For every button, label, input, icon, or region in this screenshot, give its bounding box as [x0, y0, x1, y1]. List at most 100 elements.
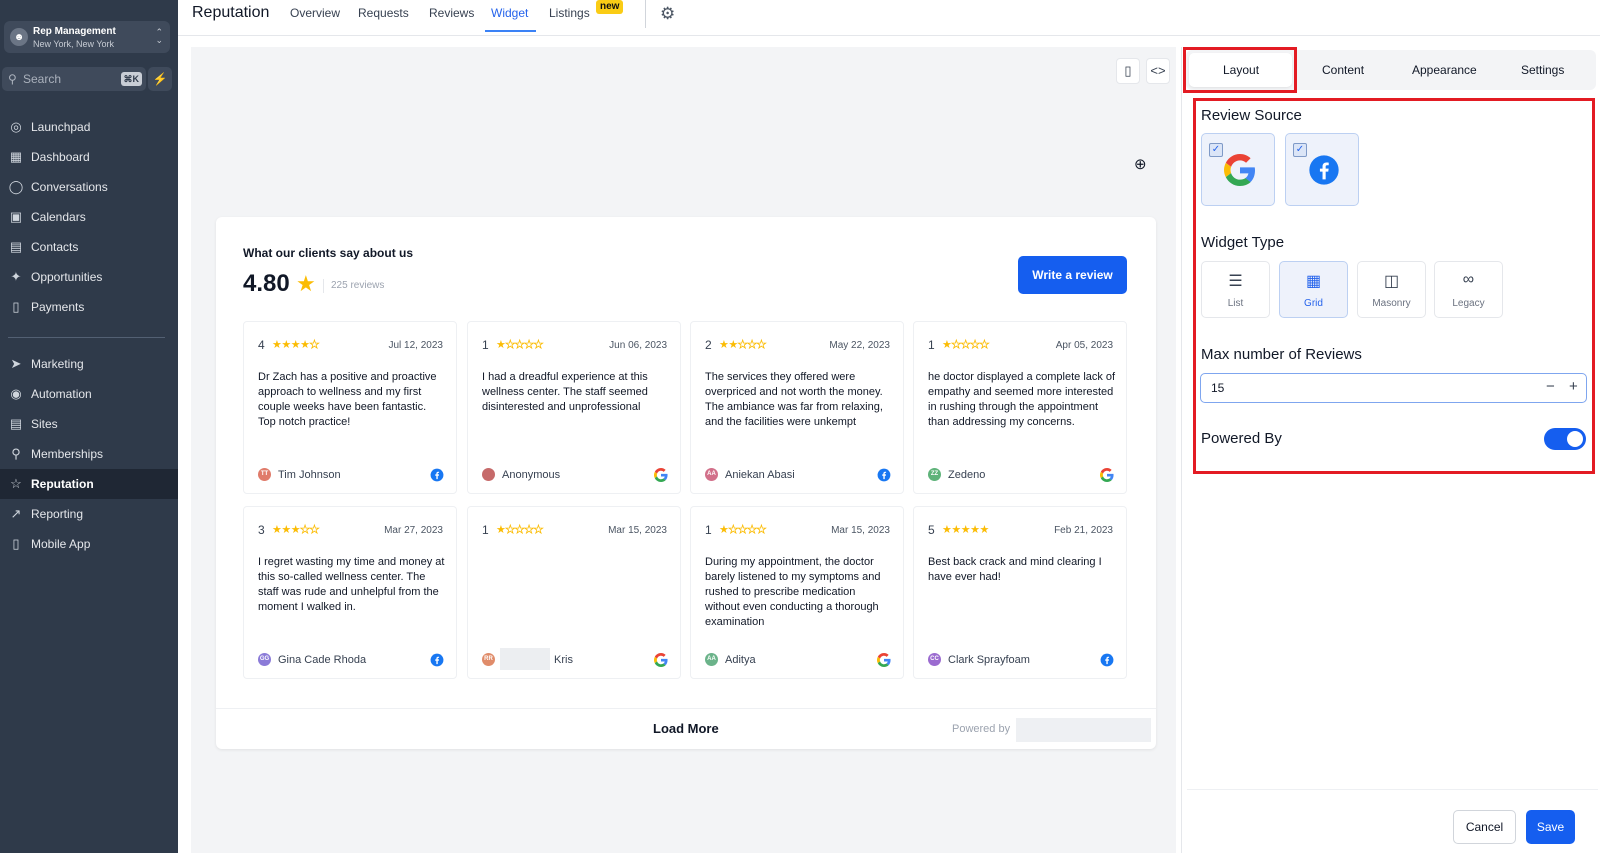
reviewer-name: Aniekan Abasi — [725, 469, 795, 481]
sidebar-item-reputation[interactable]: ☆ Reputation — [0, 469, 178, 499]
widget-type-label-text: Grid — [1304, 298, 1323, 309]
widget-type-label-text: Legacy — [1452, 298, 1485, 309]
infinity-icon: ∞ — [1462, 271, 1475, 288]
review-rating-number: 4 — [258, 338, 265, 352]
review-date: Feb 21, 2023 — [1054, 525, 1113, 536]
reviewer-avatar: GG — [258, 653, 271, 666]
google-icon — [654, 468, 668, 482]
mobile-preview-icon[interactable]: ▯ — [1116, 58, 1140, 84]
sidebar-item-opportunities[interactable]: ✦ Opportunities — [0, 262, 178, 292]
review-card: 1 ★★★★★ Apr 05, 2023 he doctor displayed a … — [913, 321, 1127, 494]
cancel-button[interactable]: Cancel — [1453, 810, 1516, 844]
sidebar-item-reporting[interactable]: ↗ Reporting — [0, 499, 178, 529]
sidebar-item-sites[interactable]: ▤ Sites — [0, 409, 178, 439]
facebook-checkbox[interactable]: ✓ — [1293, 143, 1307, 157]
review-date: May 22, 2023 — [829, 340, 890, 351]
facebook-icon — [1309, 155, 1339, 185]
review-rating-number: 5 — [928, 523, 935, 537]
review-card: 3 ★★★★★ Mar 27, 2023 I regret wasting my ti… — [243, 506, 457, 679]
review-rating-number: 3 — [258, 523, 265, 537]
search-icon: ⚲ — [8, 72, 17, 86]
tab-requests[interactable]: Requests — [358, 6, 409, 20]
highlight-box-layout-tab — [1183, 47, 1297, 93]
sidebar-item-label: Dashboard — [31, 150, 90, 164]
sidebar-item-payments[interactable]: ▯ Payments — [0, 292, 178, 322]
sidebar-item-dashboard[interactable]: ▦ Dashboard — [0, 142, 178, 172]
sidebar-item-label: Automation — [31, 387, 92, 401]
reviewer-avatar: RR — [482, 653, 495, 666]
widget-type-masonry[interactable]: ◫ Masonry — [1357, 261, 1426, 318]
sidebar: ☻ Rep Management New York, New York ⌃ ⌄ ⚲… — [0, 0, 178, 853]
facebook-icon — [430, 468, 444, 482]
shortcut-hint: ⌘K — [120, 72, 142, 86]
powered-by-toggle[interactable] — [1544, 428, 1586, 450]
tab-widget[interactable]: Widget — [491, 6, 528, 20]
write-review-button[interactable]: Write a review — [1018, 256, 1127, 294]
reviewer-avatar: ZZ — [928, 468, 941, 481]
embed-code-icon[interactable]: <> — [1146, 58, 1170, 84]
save-button[interactable]: Save — [1526, 810, 1575, 844]
sidebar-item-label: Calendars — [31, 210, 86, 224]
reviewer-avatar: CC — [928, 653, 941, 666]
review-date: Apr 05, 2023 — [1055, 340, 1113, 351]
widget-type-legacy[interactable]: ∞ Legacy — [1434, 261, 1503, 318]
receipt-icon: ▯ — [12, 299, 20, 314]
review-text: I regret wasting my time and money at th… — [258, 556, 445, 613]
search-input[interactable]: ⚲ Search ⌘K — [2, 67, 146, 91]
trend-icon: ↗ — [10, 506, 22, 521]
max-reviews-value: 15 — [1211, 381, 1225, 395]
panel-tab-settings[interactable]: Settings — [1521, 63, 1564, 77]
zoom-in-icon[interactable]: ⊕ — [1134, 155, 1147, 173]
source-google-tile[interactable]: ✓ — [1201, 133, 1275, 206]
chat-icon: ◯ — [8, 179, 24, 194]
tab-listings[interactable]: Listings — [549, 6, 590, 20]
review-stars: ★★★★★ — [272, 524, 320, 537]
sidebar-item-label: Conversations — [31, 180, 108, 194]
review-card: 5 ★★★★★ Feb 21, 2023 Best back crack and mi… — [913, 506, 1127, 679]
review-stars: ★★★★★ — [496, 339, 544, 352]
decrement-icon[interactable]: − — [1546, 378, 1555, 395]
widget-type-label-text: Masonry — [1372, 298, 1411, 309]
review-date: Mar 15, 2023 — [831, 525, 890, 536]
facebook-icon — [877, 468, 891, 482]
sidebar-item-mobile-app[interactable]: ▯ Mobile App — [0, 529, 178, 559]
panel-tab-content[interactable]: Content — [1322, 63, 1364, 77]
widget-type-grid[interactable]: ▦ Grid — [1279, 261, 1348, 318]
quick-action-bolt-icon[interactable]: ⚡ — [148, 67, 172, 91]
sidebar-item-launchpad[interactable]: ◎ Launchpad — [0, 112, 178, 142]
rocket-icon: ◎ — [10, 119, 22, 134]
source-facebook-tile[interactable]: ✓ — [1285, 133, 1359, 206]
sidebar-item-conversations[interactable]: ◯ Conversations — [0, 172, 178, 202]
review-text: The services they offered were overprice… — [705, 371, 883, 428]
review-rating-number: 1 — [928, 338, 935, 352]
review-source-label: Review Source — [1201, 107, 1302, 124]
sidebar-item-calendars[interactable]: ▣ Calendars — [0, 202, 178, 232]
increment-icon[interactable]: + — [1569, 378, 1578, 395]
account-switcher[interactable]: ☻ Rep Management New York, New York ⌃ ⌄ — [4, 21, 170, 53]
tab-overview[interactable]: Overview — [290, 6, 340, 20]
tab-reviews[interactable]: Reviews — [429, 6, 474, 20]
load-more-button[interactable]: Load More — [653, 721, 719, 736]
panel-tab-appearance[interactable]: Appearance — [1412, 63, 1477, 77]
review-card: 1 ★★★★★ Mar 15, 2023 RR Kris — [467, 506, 681, 679]
gear-icon[interactable]: ⚙ — [660, 4, 675, 24]
sidebar-item-label: Opportunities — [31, 270, 103, 284]
sidebar-item-marketing[interactable]: ➤ Marketing — [0, 349, 178, 379]
reviewer-avatar — [482, 468, 495, 481]
new-badge: new — [596, 0, 624, 14]
widget-footer-divider — [216, 708, 1156, 709]
contacts-icon: ▤ — [9, 239, 23, 254]
star-icon: ★ — [296, 271, 316, 296]
sidebar-item-memberships[interactable]: ⚲ Memberships — [0, 439, 178, 469]
page-title: Reputation — [192, 4, 270, 21]
search-placeholder: Search — [23, 72, 62, 86]
google-checkbox[interactable]: ✓ — [1209, 143, 1223, 157]
review-date: Jun 06, 2023 — [609, 340, 667, 351]
sidebar-item-contacts[interactable]: ▤ Contacts — [0, 232, 178, 262]
widget-type-list[interactable]: ☰ List — [1201, 261, 1270, 318]
toolbar-divider — [645, 0, 646, 28]
review-rating-number: 1 — [482, 523, 489, 537]
site-icon: ▤ — [9, 416, 23, 431]
sidebar-item-automation[interactable]: ◉ Automation — [0, 379, 178, 409]
max-reviews-stepper[interactable]: 15 − + — [1200, 373, 1587, 403]
